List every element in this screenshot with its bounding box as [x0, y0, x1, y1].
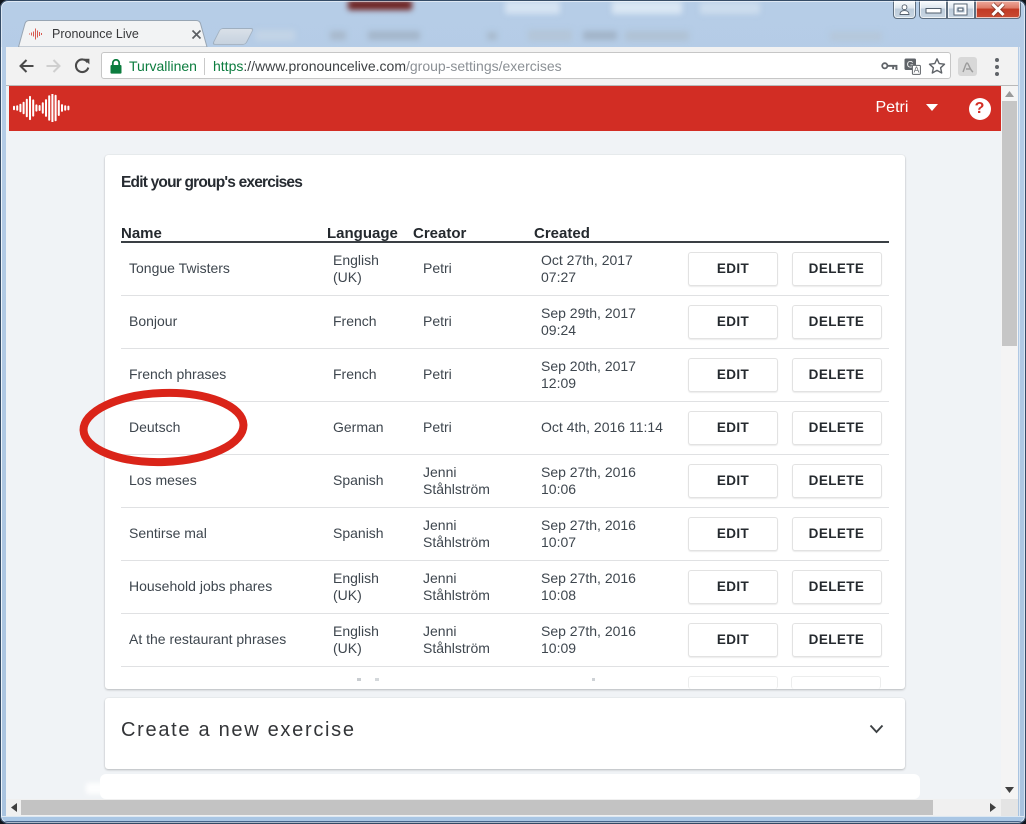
svg-text:A: A — [914, 64, 920, 74]
